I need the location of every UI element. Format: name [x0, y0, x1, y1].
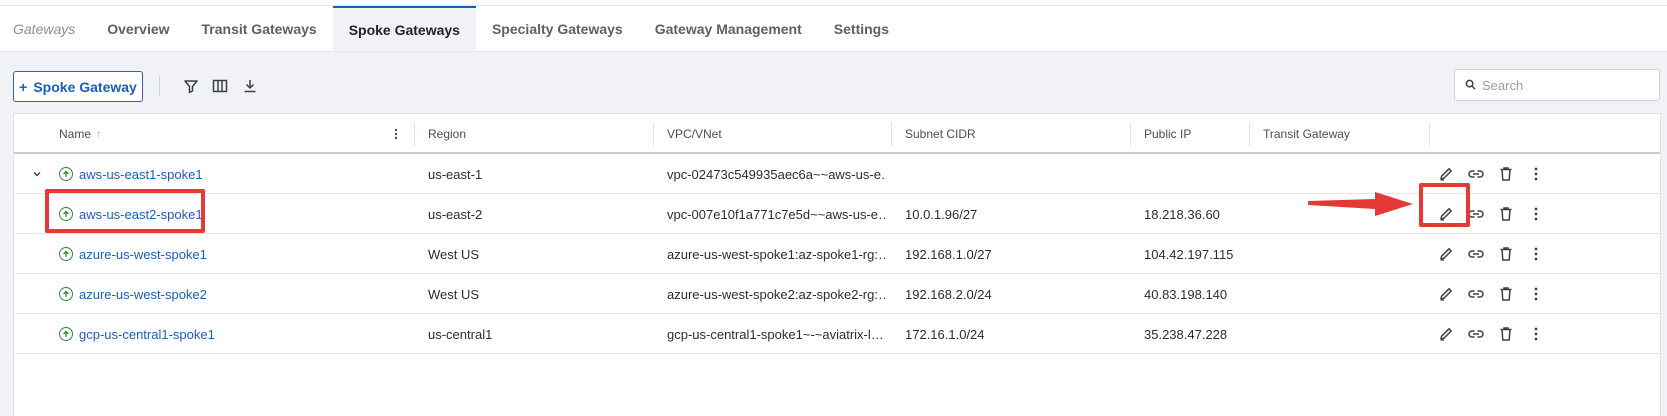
gateway-name-cell: aws-us-east1-spoke1	[59, 154, 203, 194]
column-menu-icon[interactable]	[394, 114, 398, 154]
table-row[interactable]: azure-us-west-spoke1 West US azure-us-west…	[14, 234, 1660, 274]
column-divider	[1130, 122, 1131, 146]
vpc-cell: gcp-us-central1-spoke1~-~aviatrix-l…	[667, 326, 884, 342]
vpc-cell: azure-us-west-spoke2:az-spoke2-rg:…	[667, 286, 887, 302]
expand-chevron-icon[interactable]	[32, 154, 42, 194]
edit-icon[interactable]	[1436, 324, 1456, 344]
breadcrumb-gateways[interactable]: Gateways	[0, 6, 91, 51]
gateway-name-link[interactable]: azure-us-west-spoke2	[79, 287, 207, 302]
vpc-cell: azure-us-west-spoke1:az-spoke1-rg:…	[667, 246, 887, 262]
region-cell: West US	[428, 246, 480, 262]
region-cell: West US	[428, 286, 480, 302]
toolbar: + Spoke Gateway	[0, 66, 1667, 106]
link-icon[interactable]	[1466, 244, 1486, 264]
status-up-arrow-icon	[59, 247, 73, 261]
subnet-cell: 192.168.1.0/27	[905, 246, 992, 262]
public-ip-cell: 35.238.47.228	[1144, 326, 1228, 342]
search-input[interactable]	[1482, 77, 1652, 93]
tab-transit-gateways[interactable]: Transit Gateways	[186, 6, 333, 51]
column-divider	[653, 122, 654, 146]
link-icon[interactable]	[1466, 284, 1486, 304]
delete-icon[interactable]	[1496, 204, 1516, 224]
region-cell: us-east-1	[428, 166, 483, 182]
search-box	[1454, 69, 1660, 101]
toolbar-divider	[159, 76, 160, 96]
gateway-name-link[interactable]: azure-us-west-spoke1	[79, 247, 207, 262]
tab-overview[interactable]: Overview	[91, 6, 185, 51]
column-header-vpc[interactable]: VPC/VNet	[667, 114, 722, 154]
subnet-cell: 172.16.1.0/24	[905, 326, 985, 342]
status-up-arrow-icon	[59, 327, 73, 341]
column-header-region[interactable]: Region	[428, 114, 466, 154]
gateway-name-cell: azure-us-west-spoke1	[59, 234, 207, 274]
highlight-box-edit-button	[1419, 183, 1470, 227]
table-header: Name ↑ Region VPC/VNet Subnet CIDR Publi…	[14, 114, 1660, 154]
region-cell: us-east-2	[428, 206, 483, 222]
plus-icon: +	[19, 78, 28, 95]
column-divider	[414, 122, 415, 146]
status-up-arrow-icon	[59, 287, 73, 301]
gateway-name-cell: azure-us-west-spoke2	[59, 274, 207, 314]
public-ip-cell: 18.218.36.60	[1144, 206, 1220, 222]
highlight-box-gateway-name	[45, 189, 205, 233]
vpc-cell: vpc-02473c549935aec6a~~aws-us-e…	[667, 166, 887, 182]
sort-ascending-icon: ↑	[96, 128, 102, 140]
column-divider	[891, 122, 892, 146]
column-header-name[interactable]: Name ↑	[59, 114, 101, 154]
delete-icon[interactable]	[1496, 324, 1516, 344]
status-up-arrow-icon	[59, 167, 73, 181]
tab-settings[interactable]: Settings	[818, 6, 905, 51]
gateway-name-link[interactable]: aws-us-east1-spoke1	[79, 167, 203, 182]
link-icon[interactable]	[1466, 324, 1486, 344]
more-icon[interactable]	[1526, 204, 1546, 224]
annotation-arrow	[1308, 192, 1413, 216]
column-divider	[1429, 122, 1430, 146]
spoke-gateways-table: Name ↑ Region VPC/VNet Subnet CIDR Publi…	[13, 113, 1661, 416]
public-ip-cell: 104.42.197.115	[1144, 246, 1234, 262]
more-icon[interactable]	[1526, 164, 1546, 184]
column-header-public-ip[interactable]: Public IP	[1144, 114, 1191, 154]
filter-icon[interactable]	[181, 76, 201, 96]
column-header-transit-gateway[interactable]: Transit Gateway	[1263, 114, 1350, 154]
column-divider	[1249, 122, 1250, 146]
columns-icon[interactable]	[210, 76, 230, 96]
download-icon[interactable]	[240, 76, 260, 96]
tab-bar: Gateways Overview Transit Gateways Spoke…	[0, 6, 1667, 52]
gateway-name-link[interactable]: gcp-us-central1-spoke1	[79, 327, 215, 342]
tab-gateway-management[interactable]: Gateway Management	[639, 6, 818, 51]
add-spoke-gateway-button[interactable]: + Spoke Gateway	[13, 71, 143, 102]
add-button-label: Spoke Gateway	[33, 78, 137, 95]
edit-icon[interactable]	[1436, 164, 1456, 184]
link-icon[interactable]	[1466, 164, 1486, 184]
tab-specialty-gateways[interactable]: Specialty Gateways	[476, 6, 639, 51]
subnet-cell: 10.0.1.96/27	[905, 206, 978, 222]
tab-spoke-gateways[interactable]: Spoke Gateways	[332, 6, 476, 51]
public-ip-cell: 40.83.198.140	[1144, 286, 1228, 302]
more-icon[interactable]	[1526, 324, 1546, 344]
column-header-subnet[interactable]: Subnet CIDR	[905, 114, 976, 154]
delete-icon[interactable]	[1496, 164, 1516, 184]
table-row[interactable]: azure-us-west-spoke2 West US azure-us-west…	[14, 274, 1660, 314]
gateway-name-cell: gcp-us-central1-spoke1	[59, 314, 215, 354]
more-icon[interactable]	[1526, 284, 1546, 304]
table-body: aws-us-east1-spoke1 us-east-1 vpc-02473c54…	[14, 154, 1660, 354]
search-icon	[1465, 78, 1476, 93]
region-cell: us-central1	[428, 326, 493, 342]
table-row[interactable]: aws-us-east1-spoke1 us-east-1 vpc-02473c54…	[14, 154, 1660, 194]
delete-icon[interactable]	[1496, 244, 1516, 264]
vpc-cell: vpc-007e10f1a771c7e5d~~aws-us-e…	[667, 206, 887, 222]
edit-icon[interactable]	[1436, 284, 1456, 304]
more-icon[interactable]	[1526, 244, 1546, 264]
edit-icon[interactable]	[1436, 244, 1456, 264]
table-row[interactable]: gcp-us-central1-spoke1 us-central1 gcp-us-…	[14, 314, 1660, 354]
delete-icon[interactable]	[1496, 284, 1516, 304]
subnet-cell: 192.168.2.0/24	[905, 286, 992, 302]
